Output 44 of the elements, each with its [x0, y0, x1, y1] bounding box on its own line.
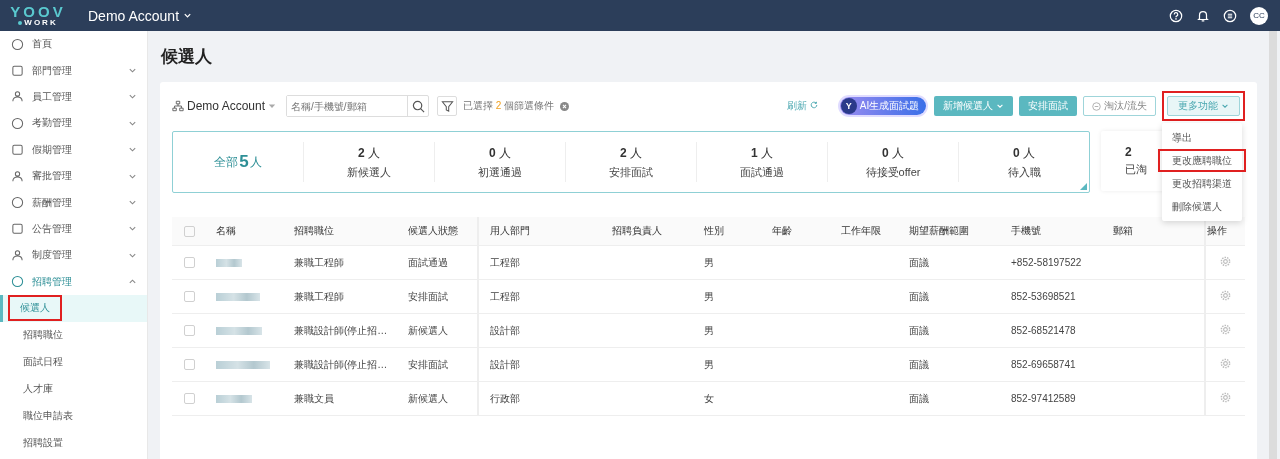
table-cell: 面議 [909, 392, 929, 404]
table-cell: +852-58197522 [1011, 257, 1082, 268]
table-cell: 面試通過 [408, 256, 448, 268]
column-header: 年齡 [772, 225, 792, 236]
table-cell: 男 [704, 256, 714, 268]
page-title: 候選人 [161, 46, 213, 68]
table-cell: 兼職設計師(停止招… [294, 358, 388, 370]
column-header: 工作年限 [841, 225, 881, 236]
table-cell: 男 [704, 290, 714, 302]
column-header: 招聘職位 [294, 225, 334, 236]
table-cell: 女 [704, 392, 714, 404]
column-header: 性別 [704, 225, 724, 236]
filter-summary: 已選擇 2 個篩選條件 [463, 99, 555, 113]
table-cell: 安排面試 [408, 290, 448, 302]
table-cell: 男 [704, 324, 714, 336]
table-cell: 兼職文員 [294, 392, 334, 404]
table-cell: 行政部 [490, 392, 520, 404]
column-header: 手機號 [1011, 225, 1041, 236]
column-header: 用人部門 [490, 225, 530, 236]
table-cell: 852-68521478 [1011, 325, 1076, 336]
table-cell: 兼職工程師 [294, 290, 344, 302]
column-header: 招聘負責人 [612, 225, 662, 236]
table-cell: 面議 [909, 358, 929, 370]
table-cell: 852-97412589 [1011, 393, 1076, 404]
table-cell: 安排面試 [408, 358, 448, 370]
table-cell: 設計部 [490, 324, 520, 336]
column-header: 郵箱 [1113, 225, 1133, 236]
table-cell: 新候選人 [408, 324, 448, 336]
column-header: 期望薪酬範圍 [909, 225, 969, 236]
table-cell: 面議 [909, 256, 929, 268]
table-cell: 新候選人 [408, 392, 448, 404]
table-cell: 設計部 [490, 358, 520, 370]
table-cell: 852-69658741 [1011, 359, 1076, 370]
column-header: 操作 [1207, 225, 1227, 236]
table-cell: 面議 [909, 324, 929, 336]
table-cell: 工程部 [490, 290, 520, 302]
column-header: 候選人狀態 [408, 225, 458, 236]
table-cell: 面議 [909, 290, 929, 302]
table-cell: 兼職工程師 [294, 256, 344, 268]
column-header: 名稱 [216, 225, 236, 236]
table-cell: 男 [704, 358, 714, 370]
table-cell: 兼職設計師(停止招… [294, 324, 388, 336]
table-cell: 工程部 [490, 256, 520, 268]
table-cell: 852-53698521 [1011, 291, 1076, 302]
